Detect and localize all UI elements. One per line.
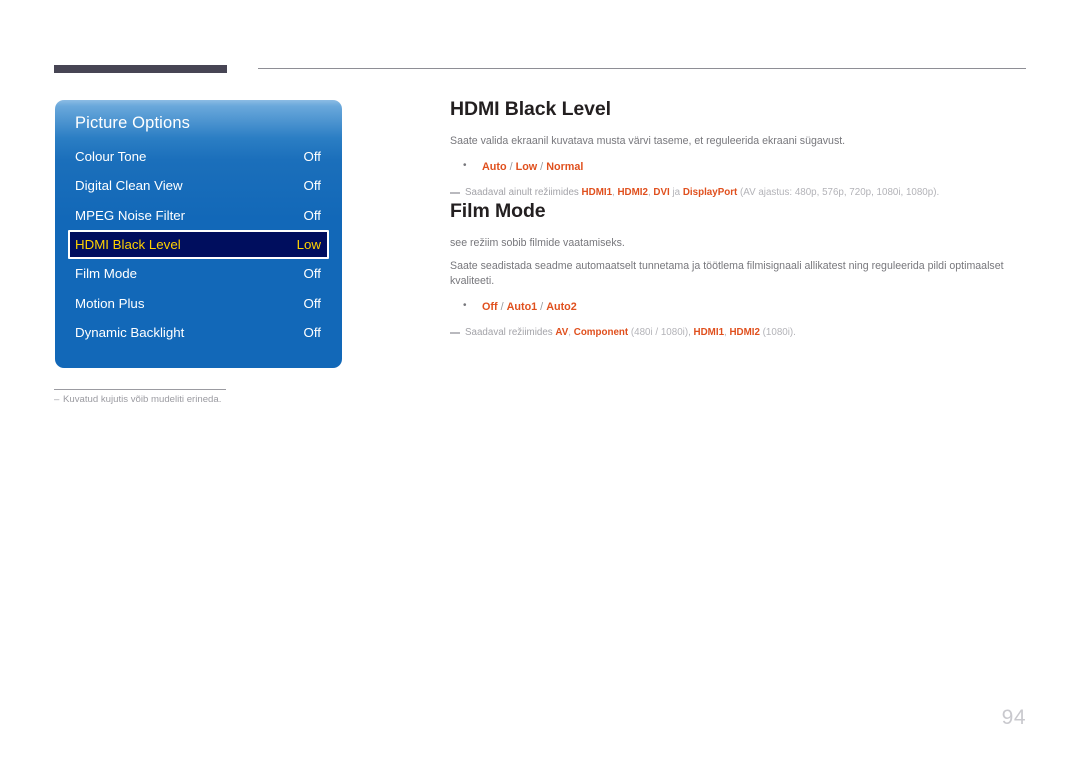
osd-row-film-mode[interactable]: Film Mode Off (68, 259, 329, 288)
osd-row-label: Digital Clean View (75, 178, 183, 194)
osd-panel-title: Picture Options (75, 114, 191, 132)
note-token: AV (555, 327, 569, 339)
osd-footnote-dash: – (54, 394, 60, 405)
option-value: Low (515, 160, 538, 173)
osd-row-value: Low (296, 237, 321, 253)
osd-row-label: Dynamic Backlight (75, 324, 185, 340)
osd-row-colour-tone[interactable]: Colour Tone Off (68, 142, 329, 171)
note-lead: Saadaval ainult režiimides (465, 186, 582, 198)
option-value: Off (482, 301, 498, 314)
note-token: HDMI1 (581, 186, 613, 198)
note-trailing: (AV ajastus: 480p, 576p, 720p, 1080i, 10… (737, 186, 940, 198)
osd-row-hdmi-black-level[interactable]: HDMI Black Level Low (68, 229, 329, 260)
osd-row-label: Motion Plus (75, 295, 145, 311)
content-column: HDMI Black Level Saate valida ekraanil k… (450, 98, 1028, 340)
osd-footnote-rule (54, 389, 226, 390)
osd-row-label: MPEG Noise Filter (75, 207, 186, 223)
osd-row-value: Off (303, 149, 322, 165)
option-list-film-mode: Off / Auto1 / Auto2 (450, 298, 1028, 315)
option-list-hdmi-black-level: Auto / Low / Normal (450, 158, 1028, 175)
section-title-hdmi-black-level: HDMI Black Level (450, 98, 611, 120)
osd-picture-options-panel: Picture Options Colour Tone Off Digital … (55, 100, 342, 368)
option-value: Auto1 (506, 301, 538, 314)
section-note-film-mode: Saadaval režiimides AV, Component (480i … (450, 326, 1028, 340)
option-separator: / (537, 160, 547, 173)
note-detail: (480i / 1080i), (628, 327, 694, 339)
option-value: Auto (482, 160, 507, 173)
option-separator: / (537, 301, 547, 314)
section-paragraph: see režiim sobib filmide vaatamiseks. (450, 237, 625, 250)
option-separator: / (506, 160, 516, 173)
note-token: HDMI1 (693, 327, 725, 339)
osd-row-mpeg-noise-filter[interactable]: MPEG Noise Filter Off (68, 201, 329, 230)
section-paragraph: Saate seadistada seadme automaatselt tun… (450, 259, 1004, 288)
osd-row-digital-clean-view[interactable]: Digital Clean View Off (68, 171, 329, 200)
osd-row-label: Colour Tone (75, 149, 147, 165)
note-detail: (1080i). (759, 327, 796, 339)
option-value: Auto2 (546, 301, 577, 314)
option-list-item: Off / Auto1 / Auto2 (450, 298, 1028, 315)
note-lead: Saadaval režiimides (465, 327, 556, 339)
osd-row-value: Off (303, 324, 322, 340)
option-list-item: Auto / Low / Normal (450, 158, 1028, 175)
osd-row-value: Off (303, 207, 322, 223)
note-token: Component (573, 327, 629, 339)
header-accent-bar (54, 65, 227, 73)
note-conjunction: ja (669, 186, 683, 198)
note-token: HDMI2 (729, 327, 760, 339)
osd-row-label: Film Mode (75, 266, 138, 282)
note-token: DVI (653, 186, 670, 198)
note-token: DisplayPort (682, 186, 738, 198)
osd-row-value: Off (303, 266, 322, 282)
section-title-film-mode: Film Mode (450, 200, 546, 223)
page-number: 94 (1001, 706, 1026, 729)
option-value: Normal (546, 160, 584, 173)
header-divider-rule (258, 68, 1026, 69)
option-separator: / (497, 301, 507, 314)
osd-row-value: Off (303, 295, 322, 311)
section-paragraph: Saate valida ekraanil kuvatava musta vär… (450, 135, 846, 147)
osd-row-label: HDMI Black Level (75, 237, 181, 253)
osd-menu-list: Colour Tone Off Digital Clean View Off M… (55, 142, 342, 347)
osd-footnote: – Kuvatud kujutis võib mudeliti erineda. (54, 394, 354, 405)
osd-footnote-text: Kuvatud kujutis võib mudeliti erineda. (63, 394, 222, 405)
note-token: HDMI2 (617, 186, 648, 198)
osd-row-dynamic-backlight[interactable]: Dynamic Backlight Off (68, 318, 329, 347)
section-note-hdmi-black-level: Saadaval ainult režiimides HDMI1, HDMI2,… (450, 186, 1028, 200)
osd-row-value: Off (303, 178, 322, 194)
osd-row-motion-plus[interactable]: Motion Plus Off (68, 288, 329, 317)
